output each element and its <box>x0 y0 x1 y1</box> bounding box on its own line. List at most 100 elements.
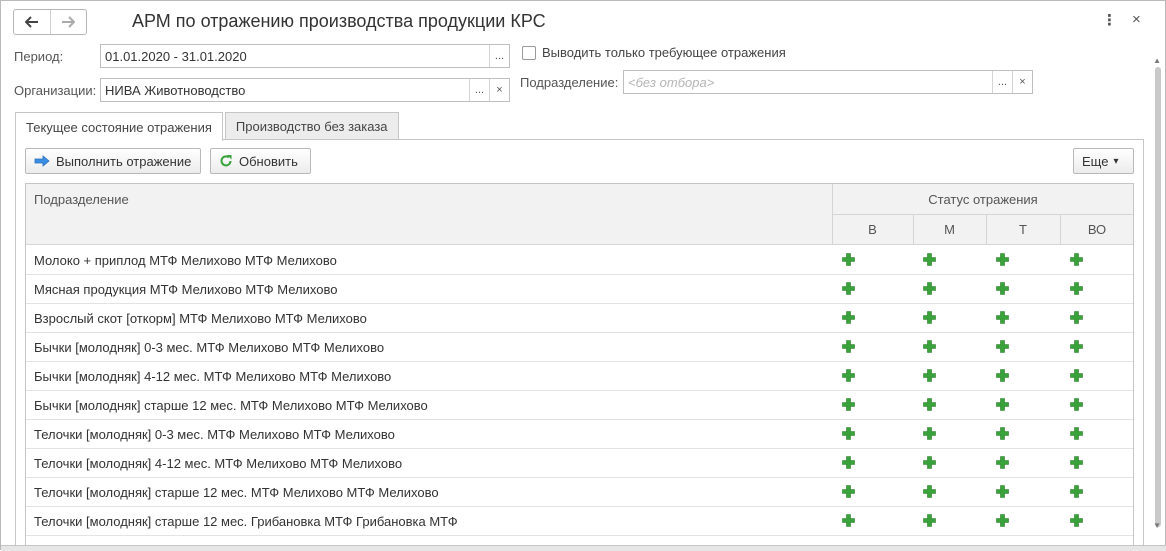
period-field[interactable]: 01.01.2020 - 31.01.2020 ... <box>100 44 510 68</box>
row-division-name: Телочки [молодняк] 4-12 мес. МТФ Мелихов… <box>34 456 403 471</box>
column-header-v[interactable]: В <box>832 222 913 237</box>
more-actions-button[interactable]: ⋮ <box>1102 11 1117 29</box>
table-row[interactable]: Молоко + приплод МТФ Мелихово МТФ Мелихо… <box>26 246 1133 275</box>
vertical-scrollbar[interactable] <box>1155 67 1161 527</box>
period-value[interactable]: 01.01.2020 - 31.01.2020 <box>101 49 489 64</box>
tab-production-without-order[interactable]: Производство без заказа <box>224 112 399 140</box>
row-division-name: Мясная продукция МТФ Мелихово МТФ Мелихо… <box>34 282 338 297</box>
refresh-button[interactable]: Обновить <box>210 148 311 174</box>
division-select-button[interactable]: ... <box>992 71 1012 93</box>
more-button[interactable]: Еще ▾ <box>1073 148 1134 174</box>
refresh-button-label: Обновить <box>239 153 298 169</box>
organization-clear-button[interactable]: × <box>489 79 509 101</box>
status-vo-plus-icon[interactable] <box>1070 456 1083 469</box>
status-m-plus-icon[interactable] <box>923 282 936 295</box>
status-m-plus-icon[interactable] <box>923 311 936 324</box>
status-vo-plus-icon[interactable] <box>1070 340 1083 353</box>
table-row[interactable]: Взрослый скот [откорм] МТФ Мелихово МТФ … <box>26 304 1133 333</box>
status-v-plus-icon[interactable] <box>842 485 855 498</box>
status-t-plus-icon[interactable] <box>996 485 1009 498</box>
status-v-plus-icon[interactable] <box>842 340 855 353</box>
status-t-plus-icon[interactable] <box>996 282 1009 295</box>
status-v-plus-icon[interactable] <box>842 253 855 266</box>
row-division-name: Молоко + приплод МТФ Мелихово МТФ Мелихо… <box>34 253 337 268</box>
status-t-plus-icon[interactable] <box>996 514 1009 527</box>
division-label: Подразделение: <box>520 75 619 90</box>
execute-button-label: Выполнить отражение <box>56 153 192 169</box>
division-clear-button[interactable]: × <box>1012 71 1032 93</box>
status-t-plus-icon[interactable] <box>996 398 1009 411</box>
status-v-plus-icon[interactable] <box>842 282 855 295</box>
status-t-plus-icon[interactable] <box>996 311 1009 324</box>
table-row[interactable]: Бычки [молодняк] 4-12 мес. МТФ Мелихово … <box>26 362 1133 391</box>
status-v-plus-icon[interactable] <box>842 456 855 469</box>
status-vo-plus-icon[interactable] <box>1070 282 1083 295</box>
table-row[interactable]: Бычки [молодняк] старше 12 мес. МТФ Мели… <box>26 391 1133 420</box>
status-t-plus-icon[interactable] <box>996 456 1009 469</box>
column-header-division[interactable]: Подразделение <box>34 192 129 207</box>
status-v-plus-icon[interactable] <box>842 514 855 527</box>
table-row[interactable]: Телочки [молодняк] старше 12 мес. Грибан… <box>26 507 1133 536</box>
row-division-name: Телочки [молодняк] 0-3 мес. МТФ Мелихово… <box>34 427 395 442</box>
row-division-name: Телочки [молодняк] старше 12 мес. Грибан… <box>34 514 458 529</box>
table-row[interactable]: Телочки [молодняк] старше 12 мес. МТФ Ме… <box>26 478 1133 507</box>
status-vo-plus-icon[interactable] <box>1070 514 1083 527</box>
status-m-plus-icon[interactable] <box>923 485 936 498</box>
history-nav <box>13 9 87 35</box>
status-vo-plus-icon[interactable] <box>1070 398 1083 411</box>
execute-button[interactable]: Выполнить отражение <box>25 148 201 174</box>
status-m-plus-icon[interactable] <box>923 369 936 382</box>
arrow-right-icon <box>62 16 76 28</box>
organization-value[interactable]: НИВА Животноводство <box>101 83 469 98</box>
close-button[interactable]: × <box>1132 11 1141 28</box>
row-division-name: Бычки [молодняк] 4-12 мес. МТФ Мелихово … <box>34 369 392 384</box>
status-m-plus-icon[interactable] <box>923 427 936 440</box>
status-t-plus-icon[interactable] <box>996 427 1009 440</box>
table-row[interactable]: Телочки [молодняк] 4-12 мес. МТФ Мелихов… <box>26 449 1133 478</box>
status-vo-plus-icon[interactable] <box>1070 427 1083 440</box>
division-field[interactable]: <без отбора> ... × <box>623 70 1033 94</box>
period-select-button[interactable]: ... <box>489 45 509 67</box>
back-button[interactable] <box>14 10 50 34</box>
only-required-checkbox[interactable] <box>522 46 536 60</box>
organization-select-button[interactable]: ... <box>469 79 489 101</box>
status-vo-plus-icon[interactable] <box>1070 485 1083 498</box>
division-placeholder[interactable]: <без отбора> <box>624 75 992 90</box>
status-t-plus-icon[interactable] <box>996 369 1009 382</box>
status-vo-plus-icon[interactable] <box>1070 311 1083 324</box>
status-t-plus-icon[interactable] <box>996 340 1009 353</box>
row-division-name: Бычки [молодняк] старше 12 мес. МТФ Мели… <box>34 398 428 413</box>
status-vo-plus-icon[interactable] <box>1070 369 1083 382</box>
window-status-strip <box>1 545 1166 551</box>
scroll-up-icon[interactable]: ▲ <box>1153 56 1161 65</box>
status-v-plus-icon[interactable] <box>842 398 855 411</box>
column-header-t[interactable]: Т <box>986 222 1060 237</box>
scroll-down-icon[interactable]: ▼ <box>1153 521 1161 530</box>
arrow-right-icon <box>34 155 50 167</box>
chevron-down-icon: ▾ <box>1113 155 1119 167</box>
status-m-plus-icon[interactable] <box>923 398 936 411</box>
column-group-status: Статус отражения <box>928 192 1038 207</box>
arrow-left-icon <box>24 16 38 28</box>
status-m-plus-icon[interactable] <box>923 253 936 266</box>
status-m-plus-icon[interactable] <box>923 340 936 353</box>
status-v-plus-icon[interactable] <box>842 427 855 440</box>
table-row[interactable]: Телочки [молодняк] 0-3 мес. МТФ Мелихово… <box>26 420 1133 449</box>
row-division-name: Бычки [молодняк] 0-3 мес. МТФ Мелихово М… <box>34 340 385 355</box>
tab-current-state[interactable]: Текущее состояние отражения <box>15 112 223 141</box>
status-t-plus-icon[interactable] <box>996 253 1009 266</box>
status-vo-plus-icon[interactable] <box>1070 253 1083 266</box>
forward-button[interactable] <box>49 10 87 34</box>
table-row[interactable]: Бычки [молодняк] 0-3 мес. МТФ Мелихово М… <box>26 333 1133 362</box>
app-window: АРМ по отражению производства продукции … <box>0 0 1166 551</box>
organization-field[interactable]: НИВА Животноводство ... × <box>100 78 510 102</box>
table-row[interactable]: Мясная продукция МТФ Мелихово МТФ Мелихо… <box>26 275 1133 304</box>
row-division-name: Телочки [молодняк] старше 12 мес. МТФ Ме… <box>34 485 439 500</box>
status-m-plus-icon[interactable] <box>923 456 936 469</box>
only-required-label[interactable]: Выводить только требующее отражения <box>542 45 786 60</box>
status-v-plus-icon[interactable] <box>842 311 855 324</box>
column-header-vo[interactable]: ВО <box>1060 222 1133 237</box>
status-v-plus-icon[interactable] <box>842 369 855 382</box>
column-header-m[interactable]: М <box>913 222 986 237</box>
status-m-plus-icon[interactable] <box>923 514 936 527</box>
